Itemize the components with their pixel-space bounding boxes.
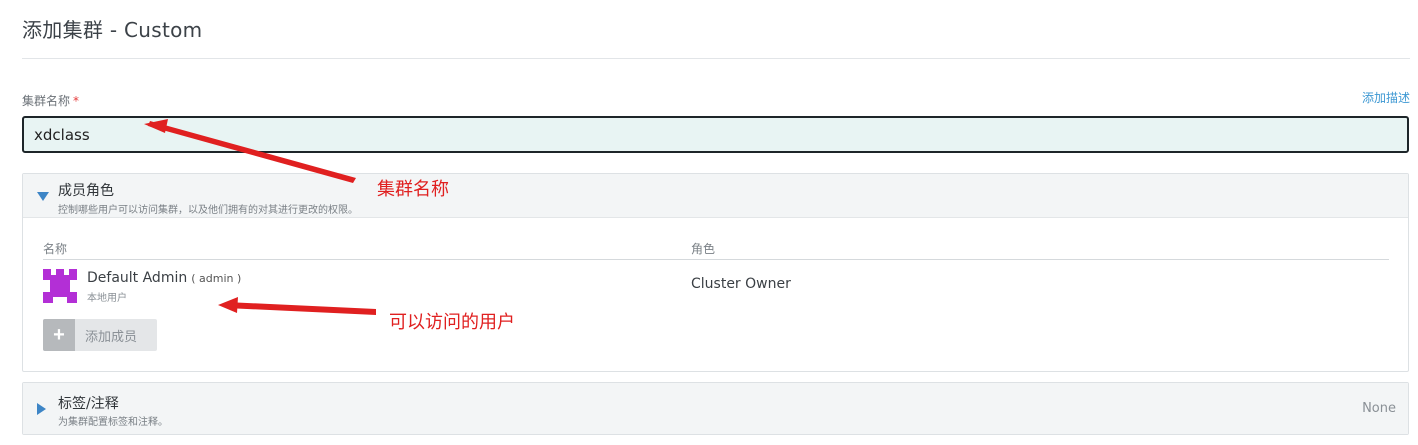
labels-panel: 标签/注释 为集群配置标签和注释。 None bbox=[22, 382, 1409, 435]
member-type: 本地用户 bbox=[87, 293, 127, 304]
labels-panel-subtitle: 为集群配置标签和注释。 bbox=[58, 417, 168, 428]
caret-down-icon bbox=[37, 192, 49, 201]
members-panel-subtitle: 控制哪些用户可以访问集群，以及他们拥有的对其进行更改的权限。 bbox=[58, 205, 358, 216]
plus-icon: + bbox=[43, 319, 75, 351]
page-title: 添加集群 - Custom bbox=[22, 18, 203, 42]
members-panel-header[interactable]: 成员角色 控制哪些用户可以访问集群，以及他们拥有的对其进行更改的权限。 bbox=[23, 174, 1408, 218]
labels-panel-value: None bbox=[1362, 401, 1396, 416]
members-panel-title: 成员角色 bbox=[58, 183, 114, 199]
cluster-name-label-text: 集群名称 bbox=[22, 94, 71, 108]
column-header-name: 名称 bbox=[43, 242, 68, 256]
cluster-name-input[interactable] bbox=[22, 116, 1409, 153]
title-divider bbox=[22, 58, 1410, 59]
member-display-name: Default Admin bbox=[87, 270, 188, 286]
user-avatar-icon bbox=[43, 269, 77, 303]
annotation-cluster-name: 集群名称 bbox=[377, 179, 449, 200]
member-username: ( admin ) bbox=[191, 272, 242, 285]
cluster-name-label: 集群名称 * bbox=[22, 92, 79, 109]
column-header-role: 角色 bbox=[691, 242, 716, 256]
member-role: Cluster Owner bbox=[691, 276, 791, 292]
members-panel: 成员角色 控制哪些用户可以访问集群，以及他们拥有的对其进行更改的权限。 名称 角… bbox=[22, 173, 1409, 372]
add-member-label: 添加成员 bbox=[85, 329, 138, 345]
required-star: * bbox=[73, 94, 80, 108]
labels-panel-title: 标签/注释 bbox=[58, 396, 119, 412]
labels-panel-header[interactable]: 标签/注释 为集群配置标签和注释。 None bbox=[23, 383, 1408, 434]
caret-right-icon bbox=[37, 403, 46, 415]
add-description-link[interactable]: 添加描述 bbox=[1362, 89, 1410, 106]
member-name: Default Admin( admin ) bbox=[87, 270, 241, 286]
table-header-divider bbox=[43, 259, 1389, 260]
add-member-button[interactable]: + 添加成员 bbox=[43, 319, 157, 351]
annotation-users: 可以访问的用户 bbox=[389, 312, 515, 333]
